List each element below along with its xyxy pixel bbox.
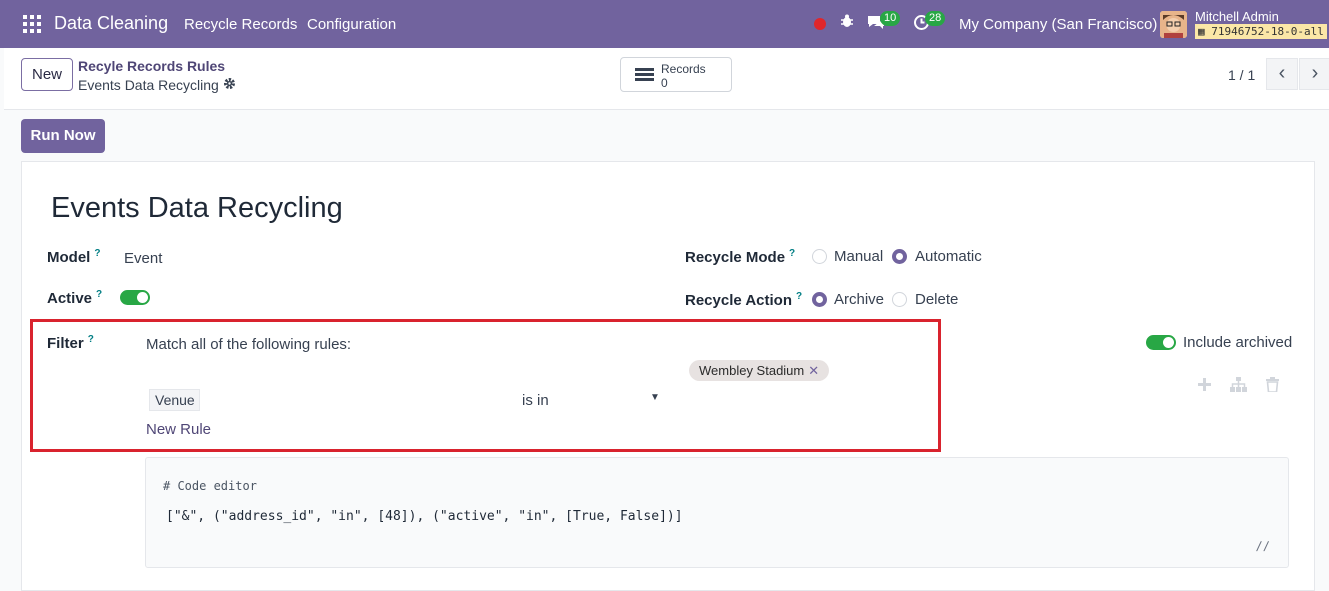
- debug-icon[interactable]: [840, 14, 854, 32]
- records-smart-button[interactable]: Records 0: [620, 57, 732, 92]
- code-editor-comment: # Code editor: [163, 479, 257, 493]
- records-label: Records: [661, 62, 706, 76]
- help-icon[interactable]: ?: [94, 248, 100, 259]
- recycle-mode-automatic-radio[interactable]: [892, 249, 907, 264]
- recycle-action-delete-radio[interactable]: [892, 292, 907, 307]
- records-count: 0: [661, 76, 668, 90]
- recycle-mode-manual-label[interactable]: Manual: [834, 248, 883, 265]
- menu-configuration[interactable]: Configuration: [307, 16, 396, 33]
- app-name[interactable]: Data Cleaning: [54, 13, 168, 34]
- chevron-left-icon: ‹: [1278, 62, 1286, 84]
- database-badge: ▦ 71946752-18-0-all: [1195, 24, 1327, 39]
- trash-icon[interactable]: [1266, 377, 1279, 397]
- apps-menu-icon[interactable]: [23, 15, 41, 33]
- recycle-action-label: Recycle Action?: [685, 291, 803, 309]
- control-panel: New Recyle Records Rules Events Data Rec…: [4, 48, 1329, 110]
- add-rule-icon[interactable]: [1197, 377, 1212, 397]
- company-switcher[interactable]: My Company (San Francisco): [959, 16, 1157, 33]
- recycle-action-delete-label[interactable]: Delete: [915, 291, 958, 308]
- recycle-action-archive-label[interactable]: Archive: [834, 291, 884, 308]
- model-label: Model?: [47, 248, 101, 266]
- domain-code[interactable]: ["&", ("address_id", "in", [48]), ("acti…: [166, 509, 683, 524]
- recycle-mode-automatic-label[interactable]: Automatic: [915, 248, 982, 265]
- record-status-dot-icon[interactable]: [814, 18, 826, 30]
- run-now-button[interactable]: Run Now: [21, 119, 105, 153]
- filter-highlight-box: [30, 319, 941, 452]
- model-value[interactable]: Event: [124, 250, 162, 267]
- active-label: Active?: [47, 289, 103, 307]
- help-icon[interactable]: ?: [796, 291, 802, 302]
- pager-next-button[interactable]: ›: [1299, 58, 1329, 90]
- recycle-action-archive-radio[interactable]: [812, 292, 827, 307]
- chevron-right-icon: ›: [1311, 62, 1319, 84]
- user-avatar[interactable]: [1160, 11, 1187, 38]
- gear-icon[interactable]: [223, 77, 236, 93]
- resize-handle-icon[interactable]: ∕∕: [1256, 539, 1270, 553]
- database-icon: ▦: [1198, 25, 1212, 38]
- add-branch-icon[interactable]: [1230, 377, 1247, 397]
- top-navbar: Data Cleaning Recycle Records Configurat…: [0, 0, 1329, 48]
- user-name[interactable]: Mitchell Admin: [1195, 9, 1279, 24]
- record-title[interactable]: Events Data Recycling: [51, 192, 343, 225]
- menu-recycle-records[interactable]: Recycle Records: [184, 16, 297, 33]
- recycle-mode-label: Recycle Mode?: [685, 248, 796, 266]
- code-editor[interactable]: # Code editor ["&", ("address_id", "in",…: [145, 457, 1289, 568]
- pager-value[interactable]: 1 / 1: [1228, 67, 1255, 83]
- list-icon: [635, 68, 654, 82]
- database-name: 71946752-18-0-all: [1211, 25, 1324, 38]
- breadcrumb-current: Events Data Recycling: [78, 77, 219, 93]
- include-archived-label[interactable]: Include archived: [1183, 334, 1292, 351]
- active-toggle[interactable]: [120, 290, 150, 305]
- pager-previous-button[interactable]: ‹: [1266, 58, 1298, 90]
- help-icon[interactable]: ?: [789, 248, 795, 259]
- help-icon[interactable]: ?: [96, 289, 102, 300]
- recycle-mode-manual-radio[interactable]: [812, 249, 827, 264]
- messages-count-badge: 10: [880, 11, 901, 26]
- include-archived-toggle[interactable]: [1146, 335, 1176, 350]
- activities-count-badge: 28: [925, 11, 946, 26]
- breadcrumb-parent[interactable]: Recyle Records Rules: [78, 58, 225, 74]
- new-button[interactable]: New: [21, 58, 73, 91]
